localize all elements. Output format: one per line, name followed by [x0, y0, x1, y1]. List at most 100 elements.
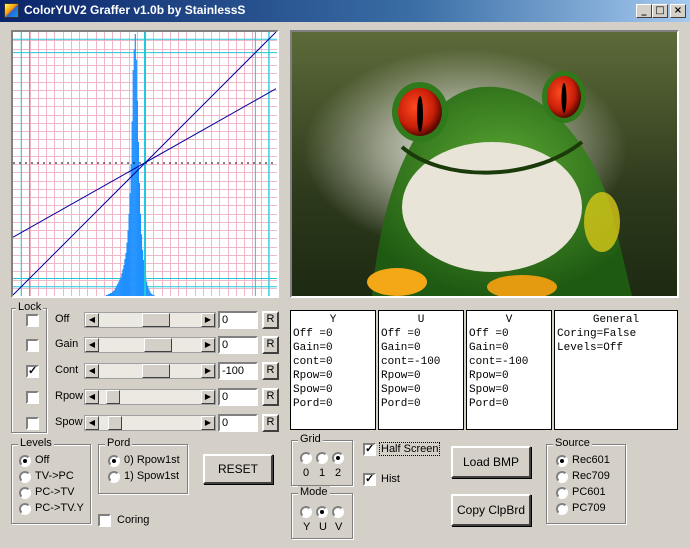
- slider-value-field[interactable]: 0: [218, 388, 258, 406]
- lock-checkbox-off[interactable]: [26, 314, 39, 327]
- source-radio-0[interactable]: [556, 455, 568, 467]
- histogram-bar: [141, 249, 144, 296]
- slider-thumb[interactable]: [142, 313, 170, 327]
- copy-clipboard-button[interactable]: Copy ClpBrd: [451, 494, 531, 526]
- source-radio-1[interactable]: [556, 471, 568, 483]
- mode-radio-0[interactable]: [300, 506, 312, 518]
- reset-spow-button[interactable]: R: [262, 414, 279, 432]
- histogram-bar: [149, 290, 151, 296]
- y-panel-line: Gain=0: [293, 342, 333, 354]
- minimize-button[interactable]: _: [636, 4, 652, 18]
- slider-right-arrow-icon[interactable]: ▶: [201, 313, 215, 327]
- source-group-title: Source: [553, 437, 592, 449]
- slider-right-arrow-icon[interactable]: ▶: [201, 416, 215, 430]
- y-panel-line: cont=0: [293, 356, 333, 368]
- levels-option-label: TV->PC: [35, 470, 74, 482]
- slider-right-arrow-icon[interactable]: ▶: [201, 390, 215, 404]
- slider-thumb[interactable]: [142, 364, 170, 378]
- app-icon: [4, 3, 19, 18]
- slider-left-arrow-icon[interactable]: ◀: [85, 338, 99, 352]
- slider-off[interactable]: ◀ ▶: [84, 312, 216, 328]
- hist-checkbox[interactable]: ✓: [363, 473, 376, 486]
- histogram-bar: [147, 285, 149, 296]
- grid-radio-2[interactable]: [332, 452, 344, 464]
- slider-cont[interactable]: ◀ ▶: [84, 363, 216, 379]
- pord-radio-0[interactable]: [108, 455, 120, 467]
- grid-radio-0[interactable]: [300, 452, 312, 464]
- slider-thumb[interactable]: [106, 390, 120, 404]
- coring-checkbox[interactable]: [98, 514, 111, 527]
- levels-option-label: PC->TV: [35, 486, 75, 498]
- histogram-bar: [126, 242, 128, 296]
- source-radio-3[interactable]: [556, 503, 568, 515]
- histogram-bar: [115, 287, 117, 296]
- general-panel-line: Coring=False: [557, 328, 637, 340]
- histogram-bar: [122, 269, 124, 296]
- coring-label: Coring: [117, 514, 150, 526]
- lock-checkbox-gain[interactable]: [26, 339, 39, 352]
- histogram-bar: [129, 193, 131, 296]
- histogram-bar: [118, 281, 120, 296]
- mode-radio-1[interactable]: [316, 506, 328, 518]
- histogram-bar: [137, 141, 139, 296]
- pord-radio-1[interactable]: [108, 471, 120, 483]
- histogram-bar: [119, 279, 121, 296]
- slider-value-field[interactable]: -100: [218, 362, 258, 380]
- slider-left-arrow-icon[interactable]: ◀: [85, 416, 99, 430]
- slider-gain[interactable]: ◀ ▶: [84, 337, 216, 353]
- slider-left-arrow-icon[interactable]: ◀: [85, 390, 99, 404]
- slider-thumb[interactable]: [144, 338, 172, 352]
- grid-option-label: 1: [319, 467, 326, 479]
- lock-group-title: Lock: [16, 301, 44, 313]
- u-panel: U Off =0 Gain=0 cont=-100 Rpow=0 Spow=0 …: [378, 310, 464, 430]
- levels-radio-3[interactable]: [19, 503, 31, 515]
- v-panel-title: V: [505, 314, 513, 326]
- y-panel-line: Spow=0: [293, 384, 333, 396]
- reset-off-button[interactable]: R: [262, 311, 279, 329]
- slider-label: Off: [55, 313, 70, 325]
- slider-value-field[interactable]: 0: [218, 336, 258, 354]
- lock-checkbox-spow[interactable]: [26, 417, 39, 430]
- levels-radio-0[interactable]: [19, 455, 31, 467]
- reset-cont-button[interactable]: R: [262, 362, 279, 380]
- v-panel-line: Spow=0: [469, 384, 509, 396]
- slider-thumb[interactable]: [108, 416, 122, 430]
- v-panel-line: Rpow=0: [469, 370, 509, 382]
- mode-radio-2[interactable]: [332, 506, 344, 518]
- hist-label: Hist: [381, 473, 400, 485]
- histogram-bar: [135, 59, 137, 296]
- u-panel-line: Rpow=0: [381, 370, 421, 382]
- slider-left-arrow-icon[interactable]: ◀: [85, 364, 99, 378]
- slider-value-field[interactable]: 0: [218, 414, 258, 432]
- reset-rpow-button[interactable]: R: [262, 388, 279, 406]
- slider-spow[interactable]: ◀ ▶: [84, 415, 216, 431]
- curve-graph: [11, 30, 279, 298]
- mode-option-label: Y: [303, 521, 311, 533]
- histogram-bar: [142, 260, 145, 296]
- load-bmp-button[interactable]: Load BMP: [451, 446, 531, 478]
- u-panel-line: cont=-100: [381, 356, 441, 368]
- lock-checkbox-cont[interactable]: ✓: [26, 365, 39, 378]
- levels-radio-2[interactable]: [19, 487, 31, 499]
- histogram-bar: [124, 259, 126, 296]
- reset-gain-button[interactable]: R: [262, 336, 279, 354]
- half-screen-checkbox[interactable]: ✓: [363, 443, 376, 456]
- source-option-label: Rec709: [572, 470, 610, 482]
- close-button[interactable]: ×: [670, 4, 686, 18]
- v-panel: V Off =0 Gain=0 cont=-100 Rpow=0 Spow=0 …: [466, 310, 552, 430]
- source-radio-2[interactable]: [556, 487, 568, 499]
- slider-value-field[interactable]: 0: [218, 311, 258, 329]
- lock-checkbox-rpow[interactable]: [26, 391, 39, 404]
- levels-radio-1[interactable]: [19, 471, 31, 483]
- maximize-button[interactable]: □: [652, 4, 668, 18]
- histogram-bar: [148, 288, 150, 296]
- slider-rpow[interactable]: ◀ ▶: [84, 389, 216, 405]
- grid-group-title: Grid: [298, 433, 323, 445]
- slider-right-arrow-icon[interactable]: ▶: [201, 364, 215, 378]
- reset-button[interactable]: RESET: [203, 454, 273, 484]
- half-screen-label: Half Screen: [378, 442, 441, 456]
- slider-left-arrow-icon[interactable]: ◀: [85, 313, 99, 327]
- grid-radio-1[interactable]: [316, 452, 328, 464]
- histogram-bar: [128, 213, 130, 296]
- slider-right-arrow-icon[interactable]: ▶: [201, 338, 215, 352]
